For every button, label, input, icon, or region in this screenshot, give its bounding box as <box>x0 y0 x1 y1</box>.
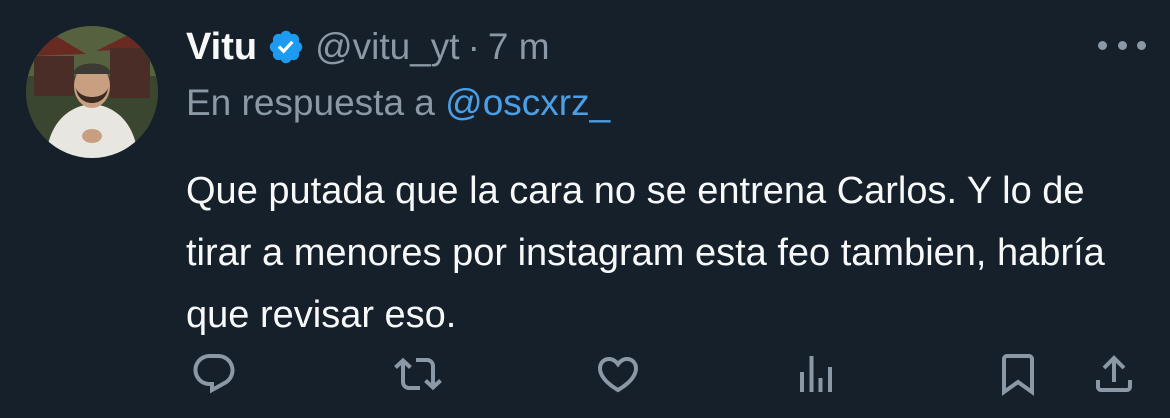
tweet-text: Que putada que la cara no se entrena Car… <box>186 170 1105 336</box>
bookmark-button[interactable] <box>986 342 1050 406</box>
separator-dot: · <box>467 26 480 67</box>
reply-prefix: En respuesta a <box>186 82 446 123</box>
reply-icon <box>193 354 235 394</box>
retweet-icon <box>394 357 442 391</box>
tweet-header: Vitu @vitu_yt · 7 m <box>186 20 550 74</box>
share-icon <box>1096 355 1132 392</box>
avatar[interactable] <box>26 26 158 158</box>
views-button[interactable] <box>784 342 848 406</box>
timestamp[interactable]: 7 m <box>488 26 550 68</box>
author-name[interactable]: Vitu <box>186 26 257 69</box>
avatar-image <box>26 26 158 158</box>
tweet-actions <box>186 342 1146 406</box>
author-handle[interactable]: @vitu_yt <box>315 26 460 68</box>
reply-context: En respuesta a @oscxrz_ <box>186 82 610 124</box>
verified-badge-icon <box>267 28 305 66</box>
reply-button[interactable] <box>182 342 246 406</box>
reply-mention-link[interactable]: @oscxrz_ <box>445 82 610 123</box>
retweet-button[interactable] <box>386 342 450 406</box>
like-icon <box>597 357 639 393</box>
bookmark-icon <box>1002 354 1034 396</box>
views-icon <box>800 356 832 392</box>
share-button[interactable] <box>1082 342 1146 406</box>
more-icon[interactable] <box>1098 30 1146 60</box>
like-button[interactable] <box>586 342 650 406</box>
